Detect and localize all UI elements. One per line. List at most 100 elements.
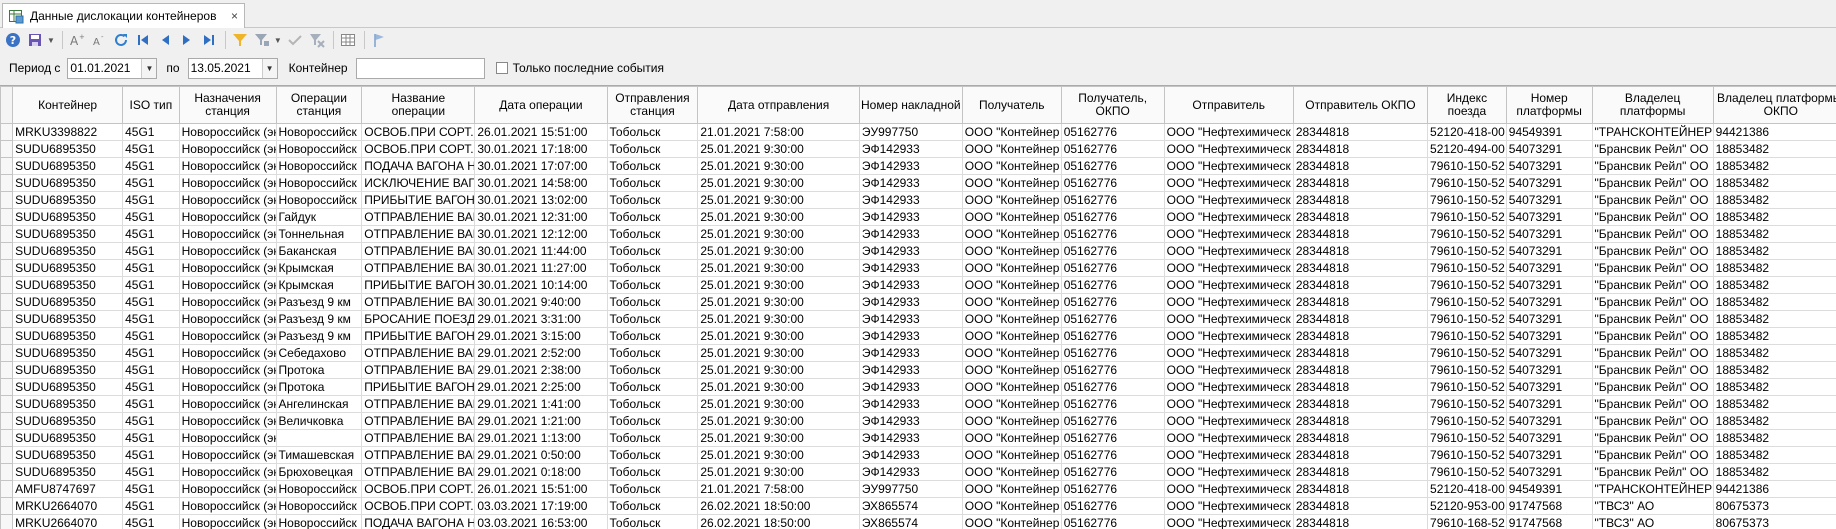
table-cell[interactable]: ООО "Нефтехимическ	[1163, 191, 1294, 209]
table-row[interactable]: SUDU689535045G1Новороссийск (эксп.)Тонне…	[0, 225, 1836, 243]
table-cell[interactable]: 25.01.2021 9:30:00	[697, 259, 860, 277]
table-cell[interactable]: 18853482	[1712, 344, 1836, 362]
table-cell[interactable]: Разъезд 9 км	[275, 327, 363, 345]
table-cell[interactable]: ООО "Нефтехимическ	[1163, 395, 1294, 413]
table-cell[interactable]: ООО "Контейнер	[961, 412, 1062, 430]
column-header[interactable]: Номер платформы	[1505, 86, 1593, 124]
table-cell[interactable]: 18853482	[1712, 293, 1836, 311]
row-indicator[interactable]	[0, 191, 14, 209]
row-indicator[interactable]	[0, 310, 14, 328]
table-cell[interactable]: Тобольск	[606, 463, 699, 481]
table-icon[interactable]	[338, 30, 358, 50]
table-cell[interactable]: 54073291	[1505, 378, 1593, 396]
clear-filter-icon[interactable]	[307, 30, 327, 50]
table-cell[interactable]: 29.01.2021 2:52:00	[474, 344, 608, 362]
table-cell[interactable]: 05162776	[1060, 463, 1165, 481]
column-header[interactable]: Назначения станция	[178, 86, 277, 124]
table-cell[interactable]: 28344818	[1292, 361, 1429, 379]
table-cell[interactable]: "Брансвик Рейл" ОО	[1591, 242, 1714, 260]
date-to-input[interactable]	[188, 58, 262, 78]
table-cell[interactable]: ОСВОБ.ПРИ СОРТ.	[361, 140, 476, 158]
table-cell[interactable]: ЭФ142933	[858, 157, 963, 175]
table-cell[interactable]: 18853482	[1712, 310, 1836, 328]
table-cell[interactable]: 25.01.2021 9:30:00	[697, 225, 860, 243]
table-cell[interactable]: 29.01.2021 0:18:00	[474, 463, 608, 481]
table-cell[interactable]: Новороссийск (эксп.)	[178, 208, 277, 226]
table-cell[interactable]: SUDU6895350	[12, 412, 124, 430]
table-cell[interactable]: Новороссийск (эксп.)	[178, 140, 277, 158]
table-cell[interactable]: 79610-150-52	[1427, 225, 1507, 243]
table-cell[interactable]: 25.01.2021 9:30:00	[697, 140, 860, 158]
table-row[interactable]: SUDU689535045G1Новороссийск (эксп.)Крымс…	[0, 276, 1836, 294]
table-row[interactable]: SUDU689535045G1Новороссийск (эксп.)Прото…	[0, 378, 1836, 396]
table-cell[interactable]: SUDU6895350	[12, 361, 124, 379]
table-cell[interactable]: 18853482	[1712, 378, 1836, 396]
filter-dropdown-icon[interactable]	[252, 30, 272, 50]
row-indicator[interactable]	[0, 327, 14, 345]
table-cell[interactable]: 30.01.2021 12:12:00	[474, 225, 608, 243]
table-cell[interactable]: 79610-150-52	[1427, 157, 1507, 175]
table-cell[interactable]: 29.01.2021 1:13:00	[474, 429, 608, 447]
table-cell[interactable]: ООО "Нефтехимическ	[1163, 480, 1294, 498]
table-cell[interactable]: 52120-494-00	[1427, 140, 1507, 158]
table-cell[interactable]: 25.01.2021 9:30:00	[697, 446, 860, 464]
table-cell[interactable]: 29.01.2021 1:41:00	[474, 395, 608, 413]
table-cell[interactable]: 28344818	[1292, 293, 1429, 311]
table-cell[interactable]: 54073291	[1505, 412, 1593, 430]
table-cell[interactable]: 18853482	[1712, 157, 1836, 175]
table-cell[interactable]: 25.01.2021 9:30:00	[697, 395, 860, 413]
row-indicator[interactable]	[0, 429, 14, 447]
table-cell[interactable]: Новороссийск (эксп.)	[178, 480, 277, 498]
apply-icon[interactable]	[285, 30, 305, 50]
table-cell[interactable]: SUDU6895350	[12, 293, 124, 311]
table-cell[interactable]: 03.03.2021 16:53:00	[474, 514, 608, 529]
column-header[interactable]: Название операции	[361, 86, 476, 124]
table-cell[interactable]: 18853482	[1712, 242, 1836, 260]
table-cell[interactable]: Тобольск	[606, 123, 699, 141]
table-cell[interactable]: ОТПРАВЛЕНИЕ ВАГОНА	[361, 293, 476, 311]
table-cell[interactable]: ООО "Контейнер	[961, 225, 1062, 243]
table-cell[interactable]: ЭФ142933	[858, 259, 963, 277]
table-cell[interactable]: ОТПРАВЛЕНИЕ ВАГОНА	[361, 429, 476, 447]
row-indicator[interactable]	[0, 140, 14, 158]
table-cell[interactable]: 05162776	[1060, 293, 1165, 311]
table-cell[interactable]: "Брансвик Рейл" ОО	[1591, 174, 1714, 192]
date-to-field[interactable]: ▼	[187, 57, 278, 79]
table-cell[interactable]: ООО "Нефтехимическ	[1163, 514, 1294, 529]
flag-icon[interactable]	[369, 30, 389, 50]
table-cell[interactable]: 30.01.2021 11:27:00	[474, 259, 608, 277]
save-dropdown-icon[interactable]: ▼	[47, 36, 55, 45]
table-cell[interactable]: "ТВСЗ" АО	[1591, 497, 1714, 515]
table-cell[interactable]: 28344818	[1292, 123, 1429, 141]
table-cell[interactable]: 79610-150-52	[1427, 310, 1507, 328]
table-cell[interactable]: 05162776	[1060, 140, 1165, 158]
filter-icon[interactable]	[230, 30, 250, 50]
table-cell[interactable]: 25.01.2021 9:30:00	[697, 174, 860, 192]
table-cell[interactable]: 52120-418-00	[1427, 123, 1507, 141]
table-cell[interactable]: Разъезд 9 км	[275, 310, 363, 328]
first-record-icon[interactable]	[133, 30, 153, 50]
table-cell[interactable]: 54073291	[1505, 225, 1593, 243]
table-cell[interactable]: БРОСАНИЕ ПОЕЗДА	[361, 310, 476, 328]
table-cell[interactable]: 25.01.2021 9:30:00	[697, 361, 860, 379]
table-cell[interactable]: Тобольск	[606, 446, 699, 464]
table-cell[interactable]: ООО "Контейнер	[961, 429, 1062, 447]
column-header[interactable]: Владелец платформы, ОКПО	[1712, 86, 1836, 124]
column-header[interactable]: Отправитель ОКПО	[1292, 86, 1429, 124]
table-cell[interactable]: 45G1	[122, 123, 180, 141]
table-cell[interactable]: ООО "Нефтехимическ	[1163, 259, 1294, 277]
column-header[interactable]: ISO тип	[122, 86, 180, 124]
prev-record-icon[interactable]	[155, 30, 175, 50]
table-cell[interactable]: 25.01.2021 9:30:00	[697, 412, 860, 430]
table-cell[interactable]: ООО "Контейнер	[961, 344, 1062, 362]
table-cell[interactable]: ЭФ142933	[858, 242, 963, 260]
table-row[interactable]: SUDU689535045G1Новороссийск (эксп.)Ангел…	[0, 395, 1836, 413]
table-cell[interactable]: 05162776	[1060, 514, 1165, 529]
column-header[interactable]: Получатель	[961, 86, 1062, 124]
table-cell[interactable]: Новороссийск (эксп.)	[178, 276, 277, 294]
table-cell[interactable]: Крымская	[275, 259, 363, 277]
table-cell[interactable]: 25.01.2021 9:30:00	[697, 293, 860, 311]
table-cell[interactable]: ООО "Контейнер	[961, 208, 1062, 226]
table-cell[interactable]: ЭФ142933	[858, 327, 963, 345]
table-row[interactable]: SUDU689535045G1Новороссийск (эксп.)Новор…	[0, 140, 1836, 158]
